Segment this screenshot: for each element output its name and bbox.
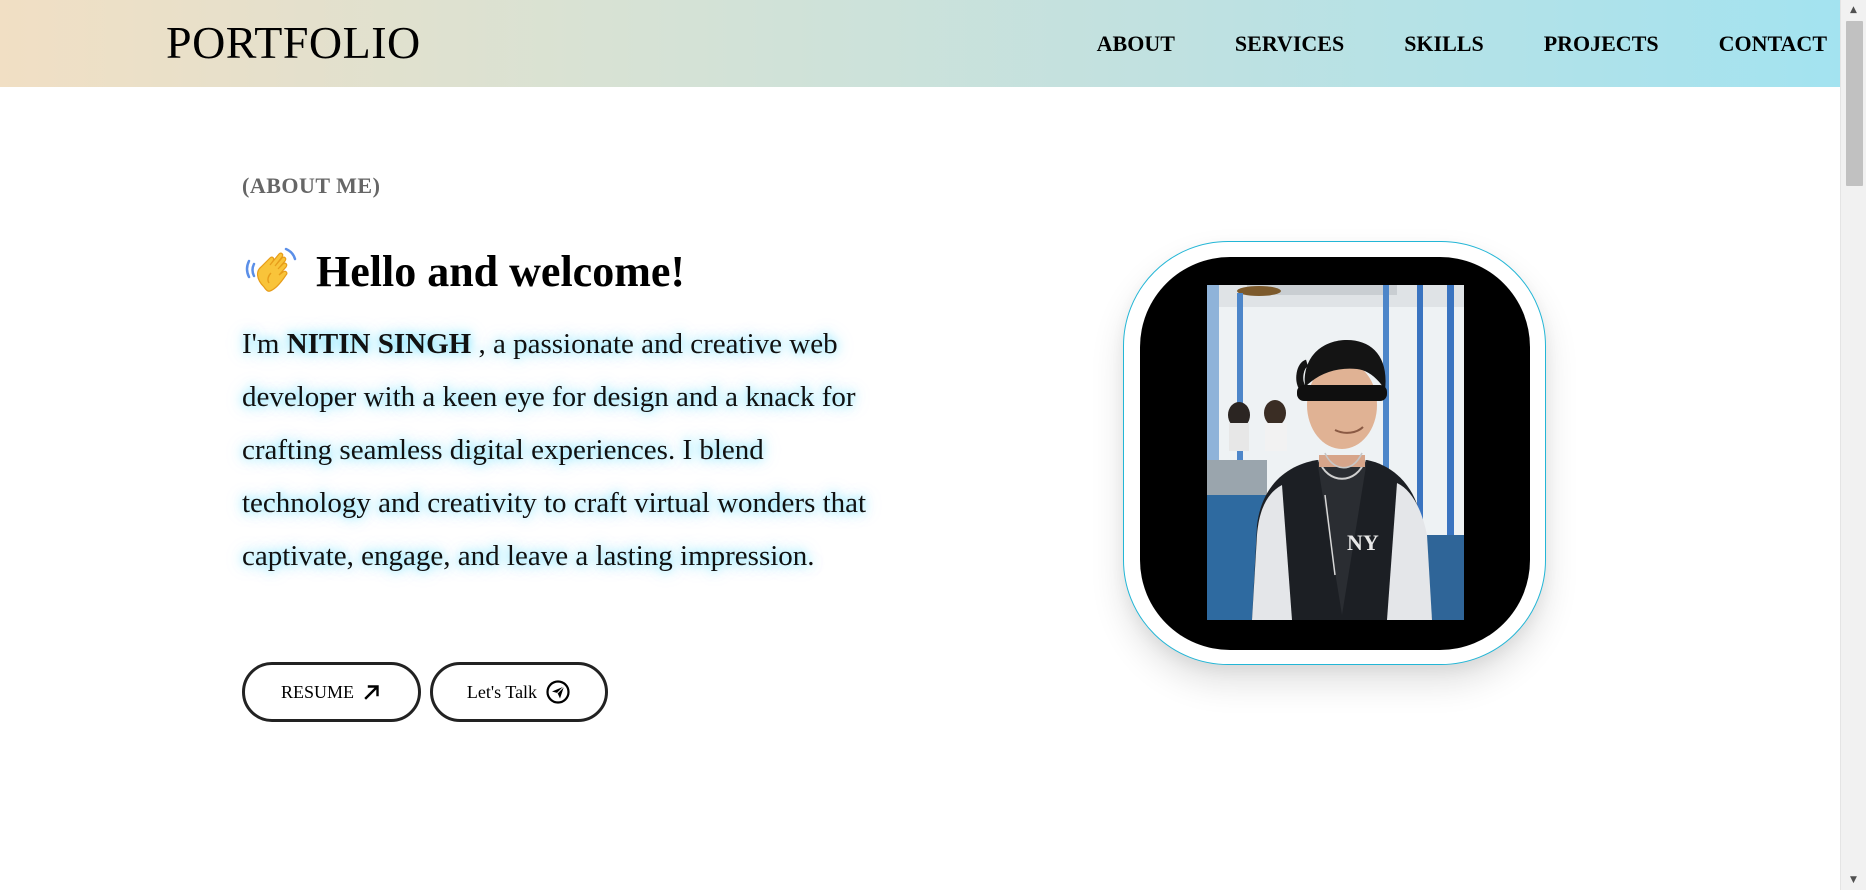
- scrollbar-thumb[interactable]: [1846, 21, 1863, 186]
- welcome-heading-text: Hello and welcome!: [316, 246, 686, 296]
- welcome-heading: Hello and welcome!: [242, 243, 685, 299]
- vertical-scrollbar[interactable]: ▲ ▼: [1840, 0, 1866, 890]
- nav-link-contact[interactable]: CONTACT: [1719, 31, 1827, 57]
- cta-buttons: RESUME Let's Talk: [242, 662, 608, 722]
- resume-button-label: RESUME: [280, 681, 354, 702]
- scroll-up-arrow-icon[interactable]: ▲: [1841, 0, 1866, 20]
- author-name: NITIN SINGH: [286, 328, 472, 360]
- lets-talk-button[interactable]: Let's Talk: [430, 662, 608, 722]
- arrow-up-right-icon: [364, 685, 379, 700]
- profile-photo: NY: [1207, 285, 1464, 620]
- profile-photo-frame: NY: [1140, 257, 1530, 650]
- top-navbar: PORTFOLIO ABOUT SERVICES SKILLS PROJECTS…: [0, 0, 1841, 87]
- paper-plane-icon: [546, 680, 570, 704]
- section-tag: (ABOUT ME): [242, 173, 381, 198]
- resume-button[interactable]: RESUME: [242, 662, 421, 722]
- nav-link-skills[interactable]: SKILLS: [1404, 31, 1484, 57]
- waving-hand-icon: [245, 247, 297, 292]
- bio-prefix: I'm: [242, 328, 287, 360]
- lets-talk-button-label: Let's Talk: [466, 681, 538, 702]
- bio-paragraph: I'm NITIN SINGH , a passionate and creat…: [242, 318, 882, 583]
- nav-link-projects[interactable]: PROJECTS: [1544, 31, 1659, 57]
- svg-text:NY: NY: [1347, 530, 1379, 555]
- nav-link-services[interactable]: SERVICES: [1235, 31, 1344, 57]
- bio-text: , a passionate and creative web develope…: [242, 328, 867, 572]
- scroll-down-arrow-icon[interactable]: ▼: [1841, 870, 1866, 890]
- site-logo[interactable]: PORTFOLIO: [166, 16, 421, 70]
- nav-link-about[interactable]: ABOUT: [1097, 31, 1175, 57]
- nav-links: ABOUT SERVICES SKILLS PROJECTS CONTACT: [1097, 0, 1827, 87]
